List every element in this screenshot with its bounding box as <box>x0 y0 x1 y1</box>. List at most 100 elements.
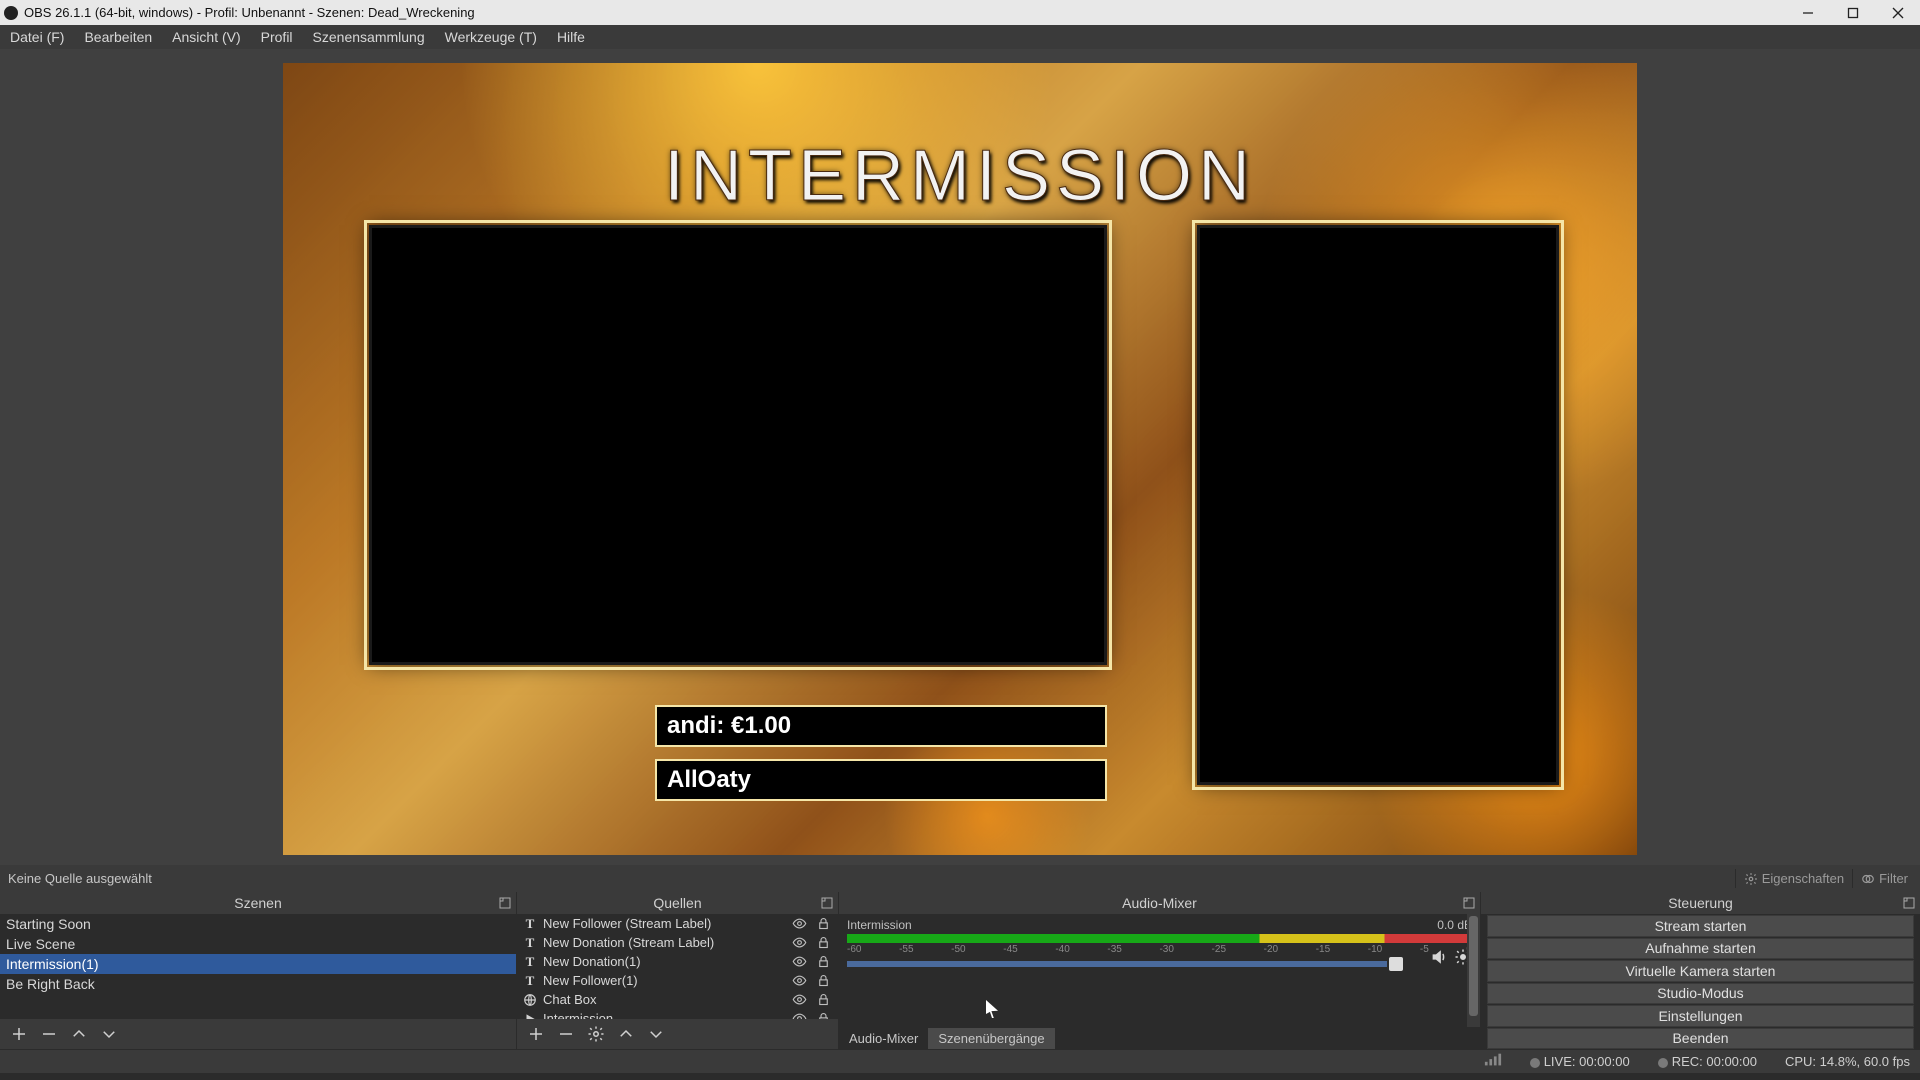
source-item[interactable]: TNew Follower (Stream Label) <box>517 914 838 933</box>
mixer-bottom-tabs: Audio-Mixer Szenenübergänge <box>839 1028 1055 1049</box>
menu-tools[interactable]: Werkzeuge (T) <box>435 25 547 49</box>
exit-button[interactable]: Beenden <box>1487 1028 1914 1050</box>
mixer-tick: -60 <box>847 944 861 955</box>
start-stream-button[interactable]: Stream starten <box>1487 915 1914 937</box>
tab-scene-transitions[interactable]: Szenenübergänge <box>928 1028 1054 1049</box>
menu-file[interactable]: Datei (F) <box>0 25 74 49</box>
scenes-add-button[interactable] <box>8 1023 30 1045</box>
scene-item[interactable]: Be Right Back <box>0 974 516 994</box>
text-source-icon: T <box>523 935 537 951</box>
menu-bar: Datei (F) Bearbeiten Ansicht (V) Profil … <box>0 25 1920 49</box>
mixer-tick: -50 <box>951 944 965 955</box>
menu-help[interactable]: Hilfe <box>547 25 595 49</box>
window-title: OBS 26.1.1 (64-bit, windows) - Profil: U… <box>24 5 475 20</box>
scene-item[interactable]: Starting Soon <box>0 914 516 934</box>
sources-add-button[interactable] <box>525 1023 547 1045</box>
source-visibility-toggle[interactable] <box>790 916 808 931</box>
mixer-slider-knob[interactable] <box>1389 957 1403 971</box>
status-connection-icon <box>1484 1053 1502 1070</box>
toolstrip-filter-button[interactable]: Filter <box>1852 869 1916 888</box>
source-item[interactable]: TNew Donation(1) <box>517 952 838 971</box>
mixer-mute-button[interactable] <box>1430 948 1448 970</box>
dock-popout-icon[interactable] <box>1902 896 1916 910</box>
mixer-channel-name: Intermission <box>847 918 912 932</box>
source-label: New Donation(1) <box>543 954 641 969</box>
source-lock-toggle[interactable] <box>814 1011 832 1019</box>
window-minimize-button[interactable] <box>1785 0 1830 25</box>
source-lock-toggle[interactable] <box>814 973 832 988</box>
sources-down-button[interactable] <box>645 1023 667 1045</box>
source-lock-toggle[interactable] <box>814 992 832 1007</box>
scene-item[interactable]: Live Scene <box>0 934 516 954</box>
menu-scenecollection[interactable]: Szenensammlung <box>303 25 435 49</box>
mixer-tick: -15 <box>1316 944 1330 955</box>
source-label: Intermission <box>543 1011 613 1019</box>
mixer-tick: -40 <box>1055 944 1069 955</box>
source-visibility-toggle[interactable] <box>790 992 808 1007</box>
mixer-body: Intermission 0.0 dB -60-55-50-45-40-35-3… <box>839 914 1480 1049</box>
source-visibility-toggle[interactable] <box>790 954 808 969</box>
settings-button[interactable]: Einstellungen <box>1487 1005 1914 1027</box>
menu-profile[interactable]: Profil <box>251 25 303 49</box>
start-record-button[interactable]: Aufnahme starten <box>1487 938 1914 960</box>
studio-mode-button[interactable]: Studio-Modus <box>1487 983 1914 1005</box>
source-toolstrip: Keine Quelle ausgewählt Eigenschaften Fi… <box>0 865 1920 892</box>
window-close-button[interactable] <box>1875 0 1920 25</box>
scenes-remove-button[interactable] <box>38 1023 60 1045</box>
dock-popout-icon[interactable] <box>1462 896 1476 910</box>
scenes-up-button[interactable] <box>68 1023 90 1045</box>
source-lock-toggle[interactable] <box>814 935 832 950</box>
tab-audio-mixer[interactable]: Audio-Mixer <box>839 1028 928 1049</box>
mixer-tick: -45 <box>1003 944 1017 955</box>
dock-controls-header[interactable]: Steuerung <box>1481 892 1920 914</box>
media-source-icon <box>523 1012 537 1020</box>
window-titlebar: OBS 26.1.1 (64-bit, windows) - Profil: U… <box>0 0 1920 25</box>
toolstrip-properties-button[interactable]: Eigenschaften <box>1735 869 1852 888</box>
source-item[interactable]: Intermission <box>517 1009 838 1019</box>
dock-mixer-header[interactable]: Audio-Mixer <box>839 892 1480 914</box>
menu-edit[interactable]: Bearbeiten <box>74 25 162 49</box>
source-item[interactable]: TNew Follower(1) <box>517 971 838 990</box>
minus-icon <box>40 1025 58 1043</box>
preview-frame-small <box>1197 225 1559 785</box>
dock-popout-icon[interactable] <box>820 896 834 910</box>
source-visibility-toggle[interactable] <box>790 973 808 988</box>
source-lock-toggle[interactable] <box>814 954 832 969</box>
dock-popout-icon[interactable] <box>498 896 512 910</box>
dock-mixer-title: Audio-Mixer <box>1122 895 1197 911</box>
preview-canvas[interactable]: INTERMISSION andi: €1.00 AllOaty <box>283 63 1637 855</box>
source-label: Chat Box <box>543 992 596 1007</box>
toolstrip-properties-label: Eigenschaften <box>1762 871 1844 886</box>
sources-settings-button[interactable] <box>585 1023 607 1045</box>
scenes-down-button[interactable] <box>98 1023 120 1045</box>
dock-sources-header[interactable]: Quellen <box>517 892 838 914</box>
mixer-tick: -30 <box>1159 944 1173 955</box>
mixer-tick: -10 <box>1368 944 1382 955</box>
source-item[interactable]: TNew Donation (Stream Label) <box>517 933 838 952</box>
sources-remove-button[interactable] <box>555 1023 577 1045</box>
dock-sources: Quellen TNew Follower (Stream Label)TNew… <box>517 892 839 1049</box>
mixer-tick: -35 <box>1107 944 1121 955</box>
minus-icon <box>557 1025 575 1043</box>
scenes-list: Starting Soon Live Scene Intermission(1)… <box>0 914 516 1019</box>
source-visibility-toggle[interactable] <box>790 1011 808 1019</box>
start-vcam-button[interactable]: Virtuelle Kamera starten <box>1487 960 1914 982</box>
scene-item-selected[interactable]: Intermission(1) <box>0 954 516 974</box>
mixer-scrollbar[interactable] <box>1467 914 1480 1027</box>
plus-icon <box>527 1025 545 1043</box>
chevron-up-icon <box>617 1025 635 1043</box>
menu-view[interactable]: Ansicht (V) <box>162 25 250 49</box>
chevron-up-icon <box>70 1025 88 1043</box>
sources-up-button[interactable] <box>615 1023 637 1045</box>
source-lock-toggle[interactable] <box>814 916 832 931</box>
mixer-volume-slider[interactable] <box>847 961 1387 967</box>
toolstrip-status: Keine Quelle ausgewählt <box>0 871 152 886</box>
obs-logo-icon <box>4 6 18 20</box>
status-cpu: CPU: 14.8%, 60.0 fps <box>1785 1054 1910 1069</box>
dock-audio-mixer: Audio-Mixer Intermission 0.0 dB -60-55-5… <box>839 892 1481 1049</box>
window-maximize-button[interactable] <box>1830 0 1875 25</box>
status-bar: LIVE: 00:00:00 REC: 00:00:00 CPU: 14.8%,… <box>0 1049 1920 1073</box>
dock-scenes-header[interactable]: Szenen <box>0 892 516 914</box>
source-visibility-toggle[interactable] <box>790 935 808 950</box>
source-item[interactable]: Chat Box <box>517 990 838 1009</box>
